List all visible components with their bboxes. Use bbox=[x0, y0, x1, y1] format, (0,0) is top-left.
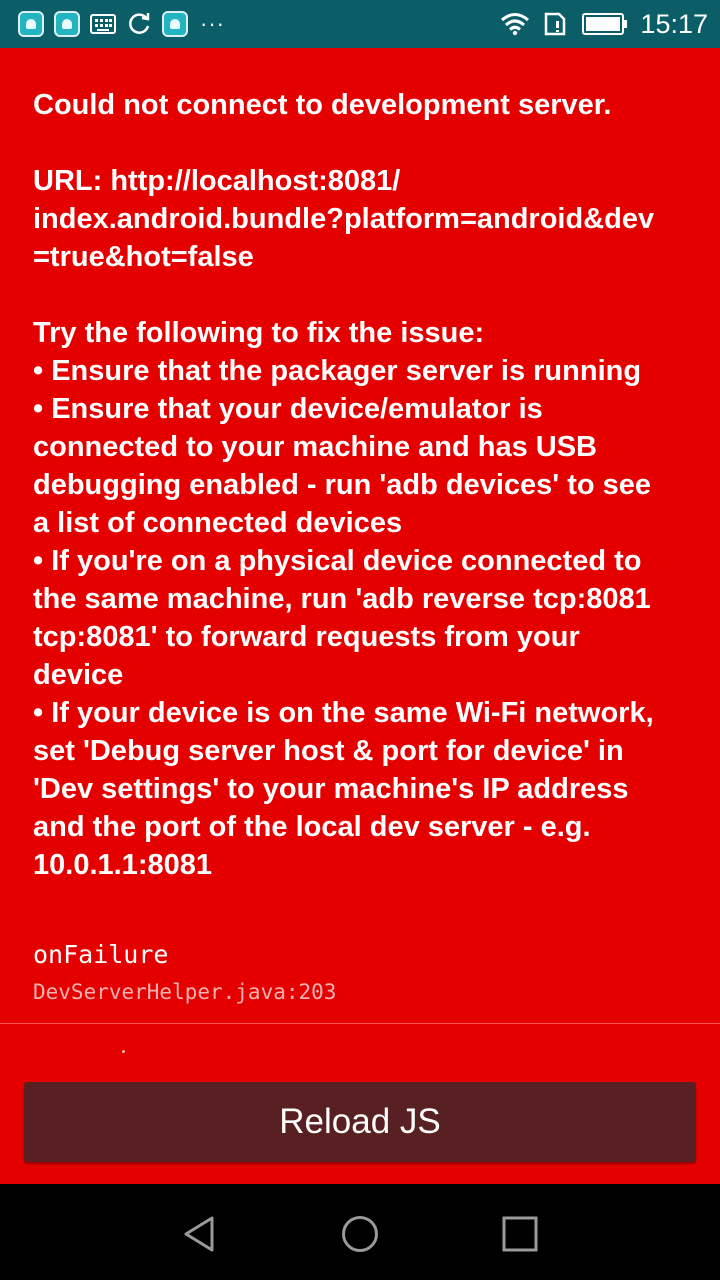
divider bbox=[0, 1023, 720, 1024]
notification-icons: ··· bbox=[18, 10, 225, 38]
back-icon[interactable] bbox=[180, 1214, 220, 1254]
home-icon[interactable] bbox=[340, 1214, 380, 1254]
stack-frame-file[interactable]: DevServerHelper.java:203 bbox=[33, 977, 336, 1007]
app-notification-icon bbox=[18, 11, 44, 37]
error-message: Could not connect to development server.… bbox=[33, 89, 655, 881]
recents-icon[interactable] bbox=[500, 1214, 540, 1254]
app-notification-icon bbox=[162, 11, 188, 37]
status-bar: ··· 15:17 bbox=[0, 0, 720, 48]
clock: 15:17 bbox=[640, 9, 708, 39]
keyboard-icon bbox=[90, 14, 116, 34]
battery-icon bbox=[582, 13, 628, 35]
system-icons: 15:17 bbox=[500, 8, 708, 40]
sim-card-icon bbox=[545, 12, 566, 36]
dot-mark bbox=[122, 1050, 125, 1053]
more-notifications-icon: ··· bbox=[200, 11, 225, 36]
app-notification-icon bbox=[54, 11, 80, 37]
sync-icon bbox=[129, 13, 150, 34]
reload-js-button[interactable]: Reload JS bbox=[24, 1082, 696, 1162]
navigation-bar bbox=[0, 1184, 720, 1280]
wifi-icon bbox=[501, 13, 530, 36]
stack-frame-method[interactable]: onFailure bbox=[33, 938, 168, 972]
